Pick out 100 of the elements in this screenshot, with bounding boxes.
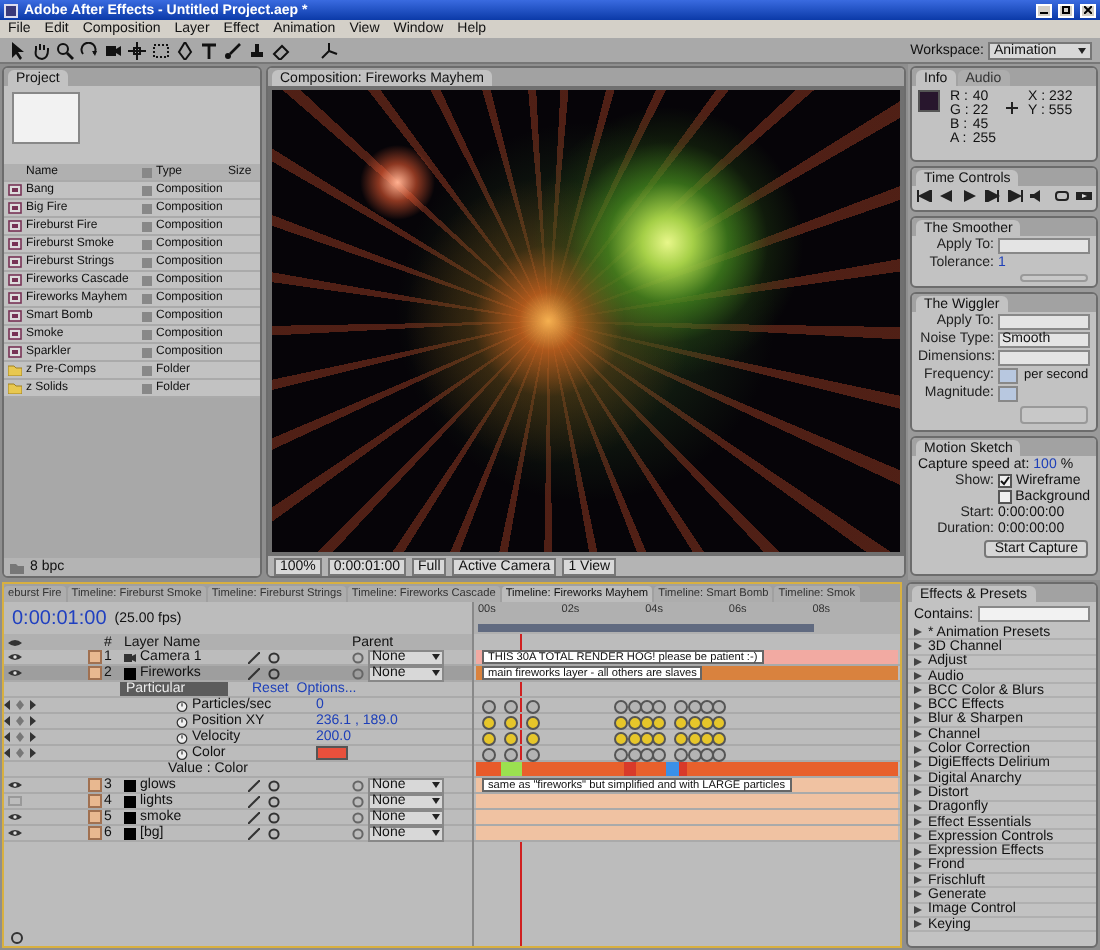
keyframe-icon[interactable] [503, 731, 518, 745]
thumbnail-placeholder [12, 92, 80, 144]
caret-icon[interactable] [432, 782, 440, 788]
keyframe-icon[interactable] [627, 731, 642, 745]
keyframe-icon[interactable] [525, 747, 540, 761]
search-field[interactable] [977, 606, 1090, 622]
magnitude-field[interactable] [998, 385, 1018, 401]
keyframe-icon[interactable] [712, 715, 727, 729]
composition-icon [8, 220, 22, 232]
keyframe-icon[interactable] [640, 731, 655, 745]
keyframe-icon[interactable] [614, 747, 629, 761]
next-frame-icon[interactable] [984, 189, 1001, 201]
stopwatch-icon[interactable] [176, 715, 188, 727]
keyframe-icon[interactable] [627, 699, 642, 713]
switches-icon[interactable] [10, 931, 24, 943]
keyframe-icon[interactable] [640, 715, 655, 729]
keyframe-icon[interactable] [674, 699, 689, 713]
eye-icon[interactable] [8, 652, 22, 662]
keyframe-navigator-icon[interactable] [4, 732, 36, 742]
caret-icon[interactable] [432, 670, 440, 676]
hand-icon[interactable] [32, 41, 50, 59]
caret-icon[interactable] [1078, 47, 1086, 53]
keyframe-icon[interactable] [652, 715, 667, 729]
ram-preview-icon[interactable] [1076, 189, 1093, 201]
keyframe-icon[interactable] [699, 731, 714, 745]
maximize-icon[interactable] [1058, 3, 1074, 17]
keyframe-icon[interactable] [652, 747, 667, 761]
keyframe-icon[interactable] [614, 715, 629, 729]
keyframe-icon[interactable] [482, 747, 497, 761]
close-icon[interactable] [1080, 3, 1096, 17]
text-tool-icon[interactable] [200, 41, 218, 59]
keyframe-icon[interactable] [627, 747, 642, 761]
stamp-icon[interactable] [248, 41, 266, 59]
first-frame-icon[interactable] [915, 189, 932, 201]
dimensions-dropdown[interactable] [998, 349, 1090, 365]
keyframe-icon[interactable] [503, 699, 518, 713]
keyframe-icon[interactable] [699, 747, 714, 761]
keyframe-icon[interactable] [640, 699, 655, 713]
minimize-icon[interactable] [1036, 3, 1052, 17]
keyframe-icon[interactable] [614, 731, 629, 745]
keyframe-icon[interactable] [674, 731, 689, 745]
pointer-icon[interactable] [8, 41, 26, 59]
eye-icon[interactable] [8, 828, 22, 838]
keyframe-icon[interactable] [674, 715, 689, 729]
current-time[interactable]: 0:00:01:00 [12, 607, 107, 629]
axis-icon[interactable] [320, 41, 338, 59]
rectangle-icon[interactable] [152, 41, 170, 59]
keyframe-navigator-icon[interactable] [4, 716, 36, 726]
keyframe-icon[interactable] [640, 747, 655, 761]
keyframe-icon[interactable] [687, 715, 701, 729]
pan-icon[interactable] [128, 41, 146, 59]
rotate-icon[interactable] [80, 41, 98, 59]
keyframe-icon[interactable] [482, 715, 497, 729]
keyframe-icon[interactable] [687, 699, 701, 713]
eye-icon[interactable] [8, 812, 22, 822]
keyframe-icon[interactable] [712, 747, 727, 761]
keyframe-icon[interactable] [687, 747, 701, 761]
eraser-icon[interactable] [272, 41, 290, 59]
camera-icon[interactable] [104, 41, 122, 59]
keyframe-icon[interactable] [712, 731, 727, 745]
keyframe-navigator-icon[interactable] [4, 700, 36, 710]
checkbox[interactable] [998, 473, 1012, 487]
stopwatch-icon[interactable] [176, 699, 188, 711]
keyframe-icon[interactable] [652, 731, 667, 745]
frequency-field[interactable] [998, 367, 1018, 383]
caret-icon[interactable] [432, 798, 440, 804]
brush-icon[interactable] [224, 41, 242, 59]
eye-icon[interactable] [8, 668, 22, 678]
keyframe-icon[interactable] [503, 747, 518, 761]
keyframe-icon[interactable] [482, 731, 497, 745]
keyframe-icon[interactable] [627, 715, 642, 729]
caret-icon[interactable] [432, 654, 440, 660]
search-icon[interactable] [56, 41, 74, 59]
apply-to-dropdown[interactable] [998, 237, 1090, 253]
apply-to-dropdown[interactable] [998, 313, 1090, 329]
checkbox[interactable] [998, 489, 1012, 503]
visibility-toggle[interactable] [8, 796, 22, 806]
keyframe-icon[interactable] [699, 715, 714, 729]
pen-icon[interactable] [176, 41, 194, 59]
keyframe-icon[interactable] [614, 699, 629, 713]
keyframe-icon[interactable] [652, 699, 667, 713]
stopwatch-icon[interactable] [176, 731, 188, 743]
keyframe-icon[interactable] [674, 747, 689, 761]
keyframe-icon[interactable] [482, 699, 497, 713]
stopwatch-icon[interactable] [176, 747, 188, 759]
keyframe-icon[interactable] [712, 699, 727, 713]
keyframe-icon[interactable] [525, 699, 540, 713]
keyframe-navigator-icon[interactable] [4, 748, 36, 758]
keyframe-icon[interactable] [503, 715, 518, 729]
caret-icon[interactable] [432, 814, 440, 820]
color-swatch[interactable] [316, 746, 348, 760]
loop-icon[interactable] [1053, 189, 1070, 201]
eye-icon [8, 637, 22, 647]
keyframe-icon[interactable] [699, 699, 714, 713]
last-frame-icon[interactable] [1007, 189, 1024, 201]
keyframe-icon[interactable] [525, 731, 540, 745]
keyframe-icon[interactable] [687, 731, 701, 745]
eye-icon[interactable] [8, 780, 22, 790]
keyframe-icon[interactable] [525, 715, 540, 729]
caret-icon[interactable] [432, 830, 440, 836]
